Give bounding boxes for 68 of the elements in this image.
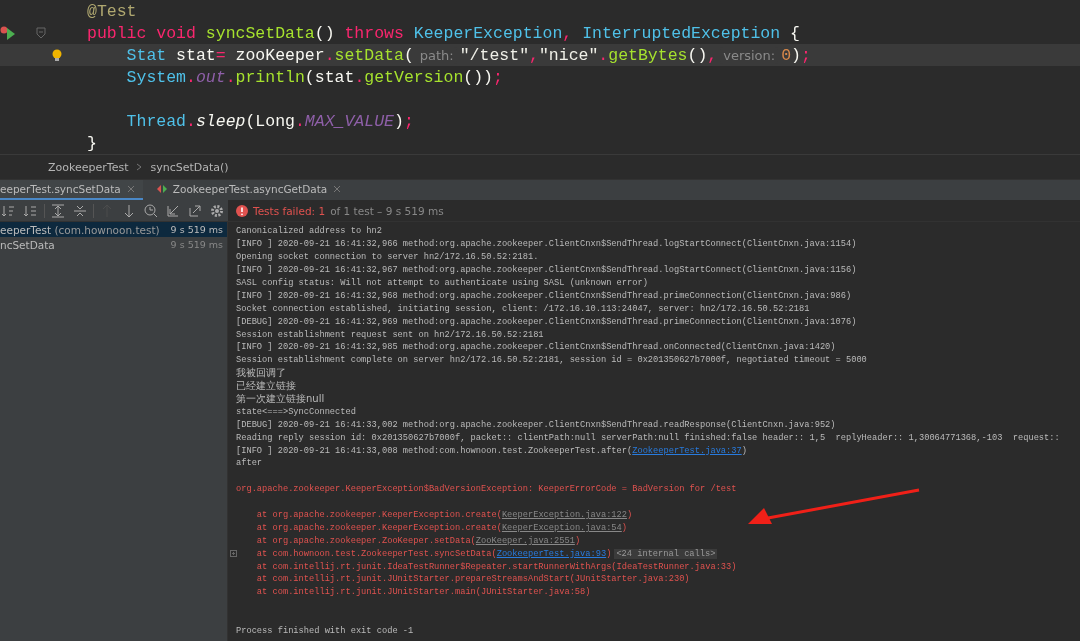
sort-icon (24, 203, 38, 218)
console-line: [INFO ] 2020-09-21 16:41:32,968 method:org.apache.zookeeper.ClientCnxn$SendThread.primeConnection(ClientCnxn.java:986) (236, 290, 852, 301)
console-line: Socket connection established, initiating session, client: /172.16.10.113:24047, server: hn2/172.16.50.52:2181 (236, 303, 810, 314)
breadcrumb-item[interactable]: syncSetData() (150, 160, 229, 174)
error-icon (236, 204, 248, 217)
source-link[interactable]: ZookeeperTest.java:93 (496, 548, 607, 559)
code-line: Stat stat= zooKeeper.setData( path: "/test","nice".getBytes(), version: 0); (125, 45, 811, 65)
source-link[interactable]: ZookeeperTest.java:37 (632, 445, 742, 456)
console-line: [INFO ] 2020-09-21 16:41:32,967 method:org.apache.zookeeper.ClientCnxn$SendThread.logStartConnect(ClientCnxn.java:1156) (236, 265, 857, 276)
code-line: public void syncSetData() throws KeeperException, InterruptedException { (87, 23, 800, 43)
console-line: [INFO ] 2020-09-21 16:41:32,985 method:org.apache.zookeeper.ClientCnxn$SendThread.onConnected(ClientCnxn.java:1420) (236, 342, 836, 353)
error-line: at org.apache.zookeeper.KeeperException.create(KeeperException.java:54) (255, 522, 628, 533)
console-line: [DEBUG] 2020-09-21 16:41:33,002 method:org.apache.zookeeper.ClientCnxn$SendThread.readResponse(ClientCnxn.java:952) (236, 419, 836, 430)
console-line: [INFO ] 2020-09-21 16:41:32,966 method:org.apache.zookeeper.ClientCnxn$SendThread.logStartConnect(ClientCnxn.java:1154) (236, 239, 857, 250)
console-line: 已经建立链接 (236, 379, 296, 393)
settings-icon (210, 203, 224, 218)
error-line: at com.intellij.rt.junit.JUnitStarter.prepareStreamsAndStart(JUnitStarter.java:230) (255, 574, 690, 585)
console-line: Session establishment complete on server hn2/172.16.50.52:2181, session id = 0x201350627b7000f, negotiated timeout = 5000 (236, 355, 867, 366)
run-tab[interactable]: ZookeeperTest.asyncGetData (142, 180, 350, 200)
fold-icon[interactable] (230, 550, 237, 558)
history-icon (144, 203, 158, 218)
toolbar-button[interactable] (49, 201, 67, 220)
expand-all-icon (51, 203, 65, 218)
test-tree-item[interactable]: eeperTest (com.hownoon.test) 9 s 519 ms (0, 222, 227, 237)
console-line: Canonicalized address to hn2 (236, 226, 382, 237)
source-link[interactable]: KeeperException.java:54 (501, 522, 622, 533)
export-icon (188, 203, 202, 218)
console-line: Process finished with exit code -1 (236, 626, 414, 637)
console-line: [INFO ] 2020-09-21 16:41:33,008 method:com.hownoon.test.ZookeeperTest.after(ZookeeperTest.java:37) (236, 445, 747, 456)
collapse-all-icon (73, 203, 87, 218)
console-line: SASL config status: Will not attempt to authenticate using SASL (unknown error) (236, 278, 648, 288)
run-test-icon (0, 25, 16, 41)
sort-icon (2, 203, 16, 218)
error-line: at com.intellij.rt.junit.IdeaTestRunner$Repeater.startRunnerWithArgs(IdeaTestRunner.java:33) (255, 561, 737, 572)
chevron-icon (136, 163, 143, 171)
folded-calls[interactable]: <24 internal calls> (614, 548, 718, 559)
test-result-icon (156, 184, 167, 194)
error-line: at org.apache.zookeeper.KeeperException.create(KeeperException.java:122) (255, 510, 633, 521)
error-line: at com.intellij.rt.junit.JUnitStarter.main(JUnitStarter.java:58) (255, 587, 591, 598)
fold-marker-icon (36, 27, 46, 39)
test-status-summary: of 1 test – 9 s 519 ms (330, 204, 444, 217)
close-icon (126, 185, 135, 193)
lightbulb-icon (52, 48, 62, 62)
console-line: 第一次建立链接null (236, 392, 325, 407)
error-line: at com.hownoon.test.ZookeeperTest.syncSetData(ZookeeperTest.java:93) <24 internal calls> (255, 548, 718, 559)
test-status-failed: Tests failed: 1 (253, 204, 326, 217)
code-line: Thread.sleep(Long.MAX_VALUE); (125, 111, 414, 131)
console-line: Reading reply session id: 0x201350627b7000f, packet:: clientPath:null serverPath:null finished:false header:: 1,5 replyHeader:: 1,30064771368,-103 request:: (236, 432, 1060, 443)
run-tab[interactable]: eeperTest.syncSetData (0, 180, 143, 200)
source-link[interactable]: KeeperException.java:122 (501, 510, 627, 521)
code-line: } (87, 133, 97, 153)
error-line: org.apache.zookeeper.KeeperException$BadVersionException: KeeperErrorCode = BadVersion for /test (236, 484, 737, 495)
console-line: [DEBUG] 2020-09-21 16:41:32,969 method:org.apache.zookeeper.ClientCnxn$SendThread.primeConnection(ClientCnxn.java:1076) (236, 316, 857, 327)
test-tree-item[interactable]: ncSetData 9 s 519 ms (0, 237, 227, 252)
close-icon (333, 185, 342, 193)
code-line: System.out.println(stat.getVersion()); (125, 67, 503, 87)
down-arrow-icon (122, 203, 136, 218)
error-line: at org.apache.zookeeper.ZooKeeper.setData(ZooKeeper.java:2551) (255, 535, 581, 546)
console-line: Opening socket connection to server hn2/172.16.50.52:2181. (236, 252, 539, 263)
import-icon (166, 203, 180, 218)
toolbar-button[interactable] (142, 201, 160, 220)
code-line: @Test (87, 1, 137, 21)
source-link[interactable]: ZooKeeper.java:2551 (475, 535, 575, 546)
console-line: after (236, 458, 263, 469)
console-line: 我被回调了 (236, 366, 286, 380)
console-line: Session establishment request sent on hn2/172.16.50.52:2181 (236, 329, 544, 340)
console-line: state<===>SyncConnected (236, 406, 356, 417)
breadcrumb-item[interactable]: ZookeeperTest (48, 160, 129, 174)
